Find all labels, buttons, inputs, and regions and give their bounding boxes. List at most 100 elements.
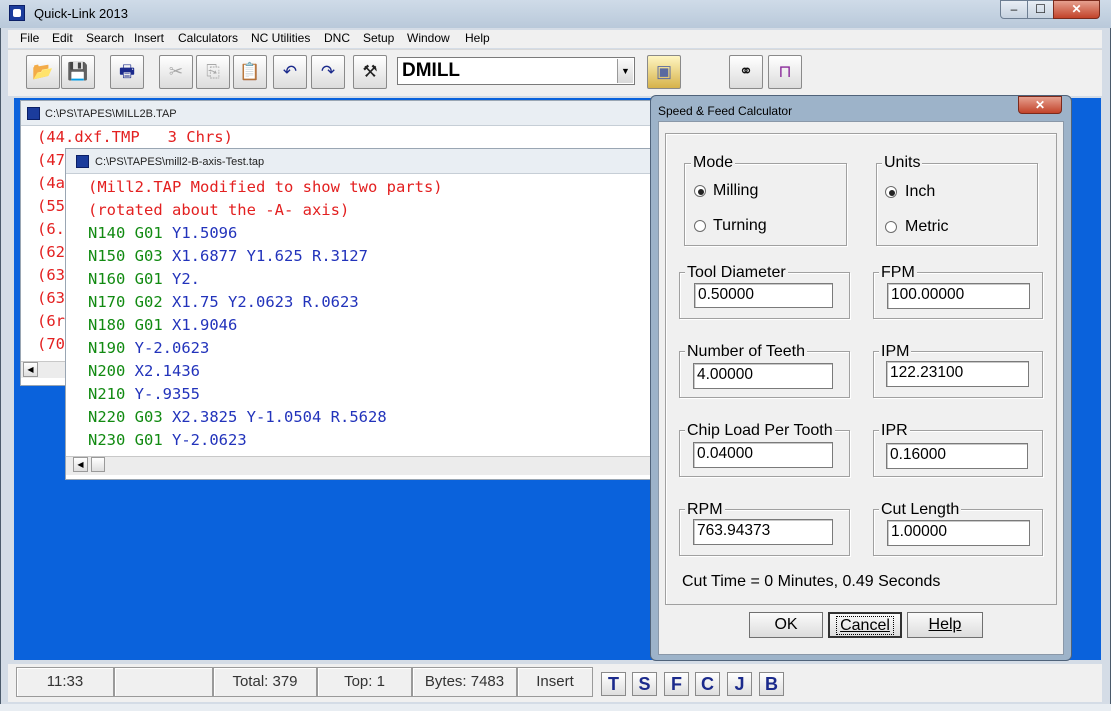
tool-icon[interactable]: ⚒ [353,55,387,89]
window-title: Quick-Link 2013 [34,6,128,21]
dnc-send-icon[interactable]: ⊓ [768,55,802,89]
teeth-label: Number of Teeth [685,343,807,361]
scroll-left-icon[interactable]: ◀ [73,457,88,472]
code-line: N190 Y-2.0623 [88,337,209,360]
menu-dnc[interactable]: DNC [324,31,350,45]
code-line: N200 X2.1436 [88,360,200,383]
ipr-field[interactable]: 0.16000 [886,443,1028,469]
code-axis-word: X1.75 [172,293,228,311]
tool-diameter-field[interactable]: 0.50000 [694,283,833,308]
code-line: (6. [37,220,65,238]
code-axis-word: Y2.0623 [228,293,303,311]
menu-calculators[interactable]: Calculators [178,31,238,45]
cut-length-field[interactable]: 1.00000 [887,520,1030,546]
code-line: (47 [37,151,65,169]
document-title: C:\PS\TAPES\MILL2B.TAP [45,108,177,120]
code-line: (70 [37,335,65,353]
turning-label[interactable]: Turning [713,217,767,235]
chip-load-label: Chip Load Per Tooth [685,422,835,440]
code-line: N230 G01 Y-2.0623 [88,429,247,452]
undo-icon[interactable]: ↶ [273,55,307,89]
code-line: N160 G01 Y2. [88,268,200,291]
document-icon [27,107,40,120]
status-button-t[interactable]: T [601,672,626,696]
ok-button[interactable]: OK [749,612,823,638]
tool-diameter-label: Tool Diameter [685,264,788,282]
menu-bar: File Edit Search Insert Calculators NC U… [8,30,1102,48]
menu-insert[interactable]: Insert [134,31,164,45]
rpm-field[interactable]: 763.94373 [693,519,833,545]
menu-setup[interactable]: Setup [363,31,394,45]
menu-nc-utilities[interactable]: NC Utilities [251,31,310,45]
ipm-label: IPM [879,343,912,361]
code-axis-word: Y2. [172,270,200,288]
code-line: N210 Y-.9355 [88,383,200,406]
code-line: N170 G02 X1.75 Y2.0623 R.0623 [88,291,359,314]
status-button-c[interactable]: C [695,672,720,696]
code-line: N150 G03 X1.6877 Y1.625 R.3127 [88,245,368,268]
status-button-j[interactable]: J [727,672,752,696]
teeth-field[interactable]: 4.00000 [693,363,833,389]
document-title: C:\PS\TAPES\mill2-B-axis-Test.tap [95,156,265,168]
status-blank [114,667,213,697]
code-block-word: N180 G01 [88,316,172,334]
fpm-field[interactable]: 100.00000 [887,283,1030,309]
machine-combo-value: DMILL [402,60,461,81]
chip-load-field[interactable]: 0.04000 [693,442,833,468]
cancel-button[interactable]: Cancel [828,612,902,638]
title-bar[interactable] [0,0,1111,28]
cut-icon[interactable]: ✂ [159,55,193,89]
code-block-word: N200 [88,362,135,380]
status-button-f[interactable]: F [664,672,689,696]
dialog-close-icon[interactable]: ✕ [1018,96,1062,114]
code-axis-word: X1.9046 [172,316,238,334]
code-axis-word: Y-2.0623 [134,339,210,357]
menu-help[interactable]: Help [465,31,490,45]
code-block-word: N210 [88,385,135,403]
help-button[interactable]: Help [907,612,983,638]
scroll-thumb[interactable] [91,457,105,472]
app-icon[interactable] [9,5,25,21]
print-icon[interactable]: 🖶 [110,55,144,89]
code-axis-word: Y-1.0504 [246,408,331,426]
minimize-button[interactable]: – [1000,0,1028,19]
turning-radio[interactable] [694,220,706,232]
code-block-word: N190 [88,339,135,357]
milling-radio[interactable] [694,185,706,197]
ipm-field[interactable]: 122.23100 [886,361,1029,387]
copy-icon[interactable]: ⎘ [196,55,230,89]
find-icon[interactable]: ⚭ [729,55,763,89]
close-button[interactable]: ✕ [1053,0,1100,19]
maximize-button[interactable]: ☐ [1027,0,1054,19]
paste-icon[interactable]: 📋 [233,55,267,89]
menu-window[interactable]: Window [407,31,450,45]
redo-icon[interactable]: ↷ [311,55,345,89]
status-button-s[interactable]: S [632,672,657,696]
status-button-b[interactable]: B [759,672,784,696]
cut-time-result: Cut Time = 0 Minutes, 0.49 Seconds [682,573,941,590]
chevron-down-icon[interactable]: ▼ [617,59,633,83]
status-top: Top: 1 [317,667,412,697]
code-line: (55 [37,197,65,215]
rpm-label: RPM [685,501,725,519]
save-icon[interactable]: 💾 [61,55,95,89]
code-line: (6r [37,312,65,330]
code-axis-word: R.3127 [311,247,368,265]
menu-edit[interactable]: Edit [52,31,73,45]
cut-length-label: Cut Length [879,501,962,519]
horizontal-scrollbar[interactable] [66,456,659,475]
menu-search[interactable]: Search [86,31,124,45]
metric-radio[interactable] [885,221,897,233]
milling-label[interactable]: Milling [713,182,758,200]
inch-label[interactable]: Inch [905,183,935,201]
scroll-left-icon[interactable]: ◀ [23,362,38,377]
post-processor-icon[interactable]: ▣ [647,55,681,89]
code-line: N220 G03 X2.3825 Y-1.0504 R.5628 [88,406,387,429]
menu-file[interactable]: File [20,31,39,45]
code-line: N140 G01 Y1.5096 [88,222,237,245]
open-file-icon[interactable]: 📂 [26,55,60,89]
code-line: (62 [37,243,65,261]
metric-label[interactable]: Metric [905,218,949,236]
inch-radio[interactable] [885,186,897,198]
code-line: (44.dxf.TMP 3 Chrs) [37,128,233,146]
